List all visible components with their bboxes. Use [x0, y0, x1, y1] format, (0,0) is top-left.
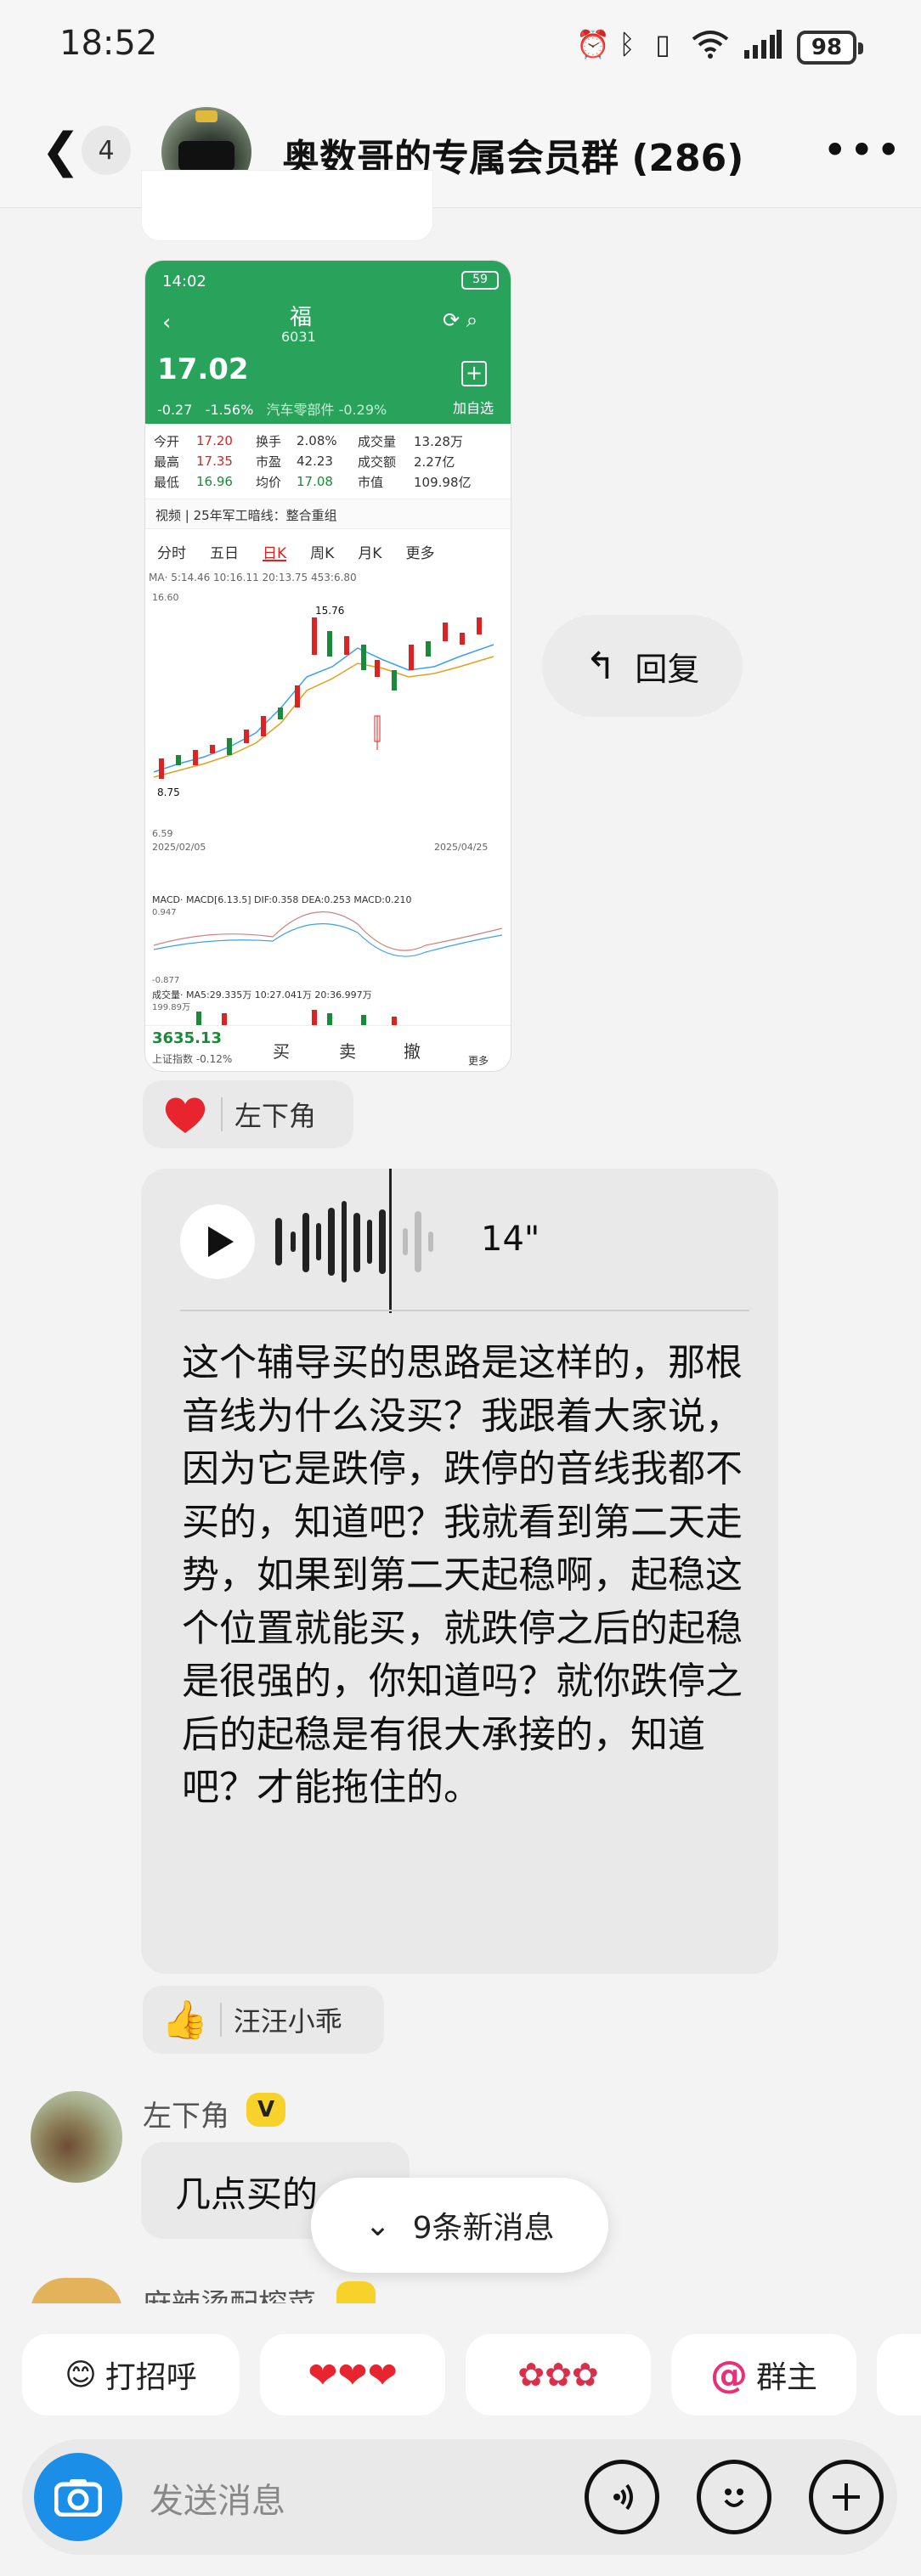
unread-count-badge[interactable]: 4	[82, 126, 131, 175]
sender-name: 左下角	[143, 2100, 229, 2134]
reaction-chip-heart[interactable]: 左下角	[143, 1080, 353, 1148]
svg-text:199.89万: 199.89万	[152, 1003, 190, 1012]
stock-stats-grid: 今开 17.20 换手 2.08% 成交量 13.28万 最高 17.35 市盈 42.23 成交…	[154, 433, 472, 490]
waveform-icon	[275, 1169, 433, 1313]
chart-tabs: 分时 五日 日K 周K 月K 更多	[145, 536, 511, 566]
screenshot-search-icon: ⟳ ⌕	[443, 308, 478, 332]
vibrate-icon: ▯	[655, 28, 670, 60]
emoji-icon[interactable]	[697, 2460, 771, 2534]
svg-text:-0.877: -0.877	[152, 976, 179, 985]
video-bar: 视频 | 25年军工暗线：整合重组	[145, 499, 511, 529]
alarm-icon: ⏰	[576, 28, 610, 60]
battery-indicator: 98	[797, 31, 863, 65]
reaction-user-name: 汪汪小乖	[233, 2005, 342, 2038]
voice-duration: 14"	[481, 1220, 540, 1259]
vip-badge	[336, 2281, 376, 2303]
avatar[interactable]	[31, 2091, 122, 2183]
voice-message-bubble[interactable]: 14" 这个辅导买的思路是这样的，那根音线为什么没买？我跟着大家说，因为它是跌停…	[141, 1169, 778, 1974]
reply-button[interactable]: ↰ 回复	[542, 615, 743, 717]
previous-message-bubble[interactable]	[141, 170, 433, 241]
reply-label: 回复	[635, 650, 700, 688]
svg-text:成交量· MA5:29.335万 10:27.041万: 成交量· MA5:29.335万 10:27.041万 20:36.997万	[152, 989, 372, 1001]
screenshot-back-icon: ‹	[162, 310, 172, 335]
chat-header: ❮ 4 奥数哥的专属会员群 (286) •••	[0, 93, 921, 208]
reply-arrow-icon: ↰	[585, 644, 617, 688]
status-time: 18:52	[59, 24, 158, 63]
svg-text:6.59: 6.59	[152, 828, 173, 839]
back-arrow-icon[interactable]: ❮	[41, 127, 81, 175]
kline-chart: 16.60 15.76 8.75 6.59 2025/02/05 2025/04…	[152, 592, 503, 1030]
voice-input-icon[interactable]	[585, 2460, 659, 2534]
new-messages-button[interactable]: ⌄ 9条新消息	[311, 2178, 608, 2273]
roses-emoji-icon: ✿✿✿	[517, 2356, 599, 2393]
stock-screenshot-image[interactable]: 14:02 59 ‹ 福 6031 ⟳ ⌕ 17.02 -0.27 -1.56%…	[144, 260, 511, 1072]
svg-text:15.76: 15.76	[315, 605, 344, 617]
svg-text:16.60: 16.60	[152, 592, 179, 603]
thumbs-up-icon: 👍	[161, 1998, 208, 2042]
hearts-emoji-icon: ❤❤❤	[308, 2353, 398, 2396]
crown-icon	[195, 110, 218, 122]
status-bar: 18:52 ⏰ ᛒ ▯ 98	[0, 0, 921, 93]
bluetooth-icon: ᛒ	[619, 28, 636, 60]
reaction-chip-thumbs-up[interactable]: 👍 汪汪小乖	[143, 1986, 384, 2054]
chevron-down-icon: ⌄	[364, 2207, 391, 2243]
new-messages-label: 9条新消息	[412, 2211, 555, 2246]
svg-text:0.947: 0.947	[152, 908, 177, 917]
at-icon: @	[709, 2353, 748, 2397]
heart-icon	[165, 1097, 206, 1133]
wave-emoji-icon: 😊	[65, 2357, 97, 2393]
plus-icon[interactable]	[809, 2460, 884, 2534]
more-options-icon[interactable]: •••	[822, 126, 902, 175]
quick-reply-mention-owner[interactable]: @ 群主	[671, 2334, 856, 2415]
svg-text:MACD· MACD[6.13.5] DIF:0.358: MACD· MACD[6.13.5] DIF:0.358 DEA:0.253 M…	[152, 894, 412, 905]
input-bar: 发送消息	[0, 2431, 921, 2576]
screenshot-bottom-bar: 3635.13 上证指数 -0.12% 买 卖 撤 更多	[145, 1025, 511, 1071]
camera-icon[interactable]	[34, 2453, 122, 2541]
vip-badge: V	[246, 2093, 285, 2127]
svg-text:2025/02/05: 2025/02/05	[152, 842, 206, 853]
quick-reply-roses[interactable]: ✿✿✿	[466, 2334, 651, 2415]
play-icon[interactable]	[180, 1204, 255, 1279]
quick-reply-more[interactable]	[877, 2334, 921, 2415]
voice-transcript: 这个辅导买的思路是这样的，那根音线为什么没买？我跟着大家说，因为它是跌停，跌停的…	[182, 1341, 743, 1809]
svg-text:2025/04/25: 2025/04/25	[434, 842, 488, 853]
signal-icon	[741, 25, 783, 63]
wifi-icon	[690, 25, 731, 63]
reaction-user-name: 左下角	[234, 1100, 317, 1132]
quick-reply-hearts[interactable]: ❤❤❤	[260, 2334, 445, 2415]
message-input[interactable]: 发送消息	[150, 2473, 285, 2522]
message-input-container: 发送消息	[22, 2439, 897, 2555]
candles	[159, 617, 482, 779]
quick-reply-bar: 😊 打招呼 ❤❤❤ ✿✿✿ @ 群主	[0, 2303, 921, 2431]
svg-text:8.75: 8.75	[157, 786, 180, 798]
quick-reply-greet[interactable]: 😊 打招呼	[22, 2334, 240, 2415]
